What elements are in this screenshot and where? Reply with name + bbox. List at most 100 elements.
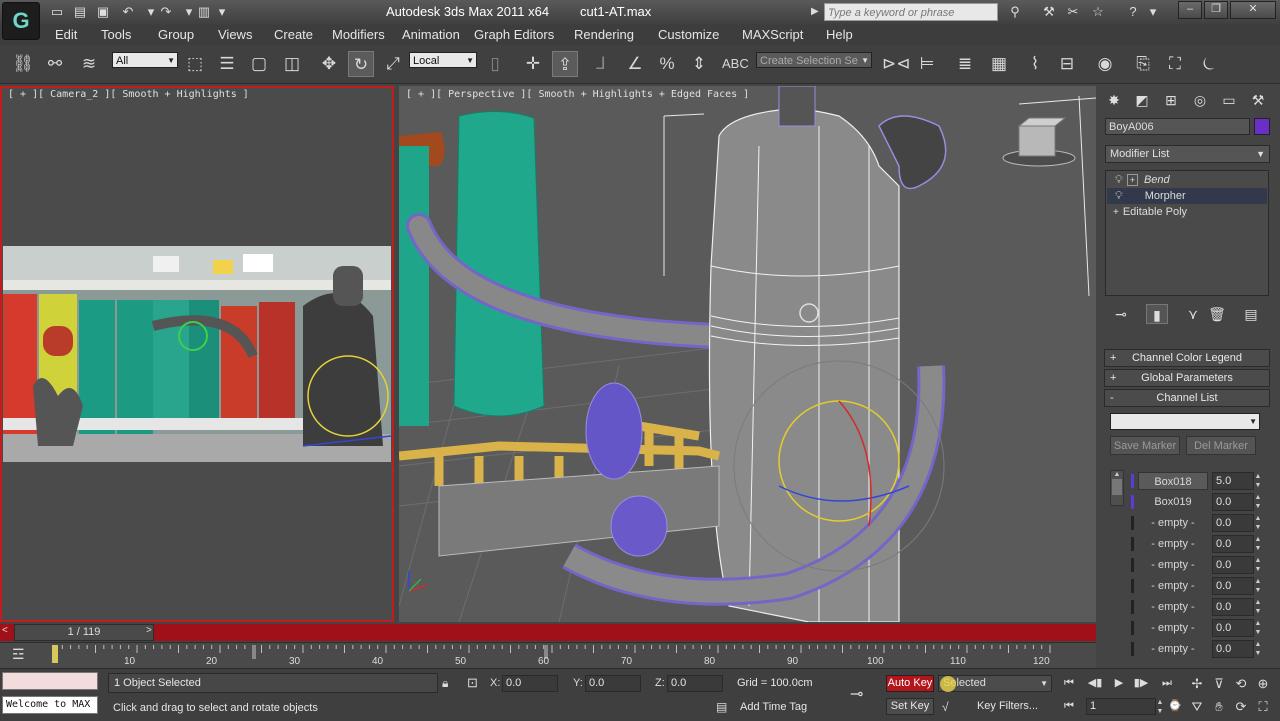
select-and-move-icon[interactable]: ✥ xyxy=(316,51,342,77)
select-object-icon[interactable]: ⬚ xyxy=(182,51,208,77)
zoom-extents-icon[interactable]: ⟲ xyxy=(1230,675,1252,692)
z-coordinate-field[interactable]: 0.0 xyxy=(667,675,723,692)
rollout-channel-list[interactable]: - Channel List xyxy=(1104,389,1270,407)
remove-modifier-icon[interactable]: 🗑︎ xyxy=(1206,304,1228,324)
channel-value-field[interactable]: 0.0 xyxy=(1212,556,1254,574)
x-coordinate-field[interactable]: 0.0 xyxy=(502,675,558,692)
undo-icon[interactable]: ↶ xyxy=(118,3,138,21)
pin-stack-icon[interactable]: ⊸ xyxy=(1110,304,1132,324)
edit-named-selection-icon[interactable]: ABC xyxy=(722,51,749,77)
motion-tab-icon[interactable]: ◎ xyxy=(1189,90,1211,110)
channel-value-field[interactable]: 5.0 xyxy=(1212,472,1254,490)
select-by-name-icon[interactable]: ☰ xyxy=(214,51,240,77)
open-file-icon[interactable]: ▤ xyxy=(70,3,90,21)
time-configuration-icon[interactable]: ⌚ xyxy=(1164,698,1186,715)
auto-key-button[interactable]: Auto Key xyxy=(886,675,934,692)
rendered-frame-window-icon[interactable]: ⛶ xyxy=(1162,51,1188,77)
spinner-snap-icon[interactable]: ⇕ xyxy=(686,51,712,77)
channel-value-field[interactable]: 0.0 xyxy=(1212,619,1254,637)
menu-views[interactable]: Views xyxy=(218,27,252,42)
absolute-mode-icon[interactable]: ⊡ xyxy=(467,675,478,691)
lightbulb-icon[interactable]: 💡︎ xyxy=(1115,190,1123,202)
snaps-toggle-icon[interactable]: ⅃ xyxy=(588,51,614,77)
perspective-viewport[interactable] xyxy=(399,86,1096,622)
channel-value-field[interactable]: 0.0 xyxy=(1212,598,1254,616)
scroll-thumb[interactable] xyxy=(1112,479,1122,495)
menu-graph-editors[interactable]: Graph Editors xyxy=(474,27,554,42)
create-tab-icon[interactable]: ✸ xyxy=(1103,90,1125,110)
curve-editor-icon[interactable]: ⌇ xyxy=(1022,51,1048,77)
maxscript-listener-input[interactable] xyxy=(2,672,98,690)
zoom-all-icon[interactable]: ⊽ xyxy=(1208,675,1230,692)
communication-center-icon[interactable]: ✂ xyxy=(1062,3,1084,21)
channel-button[interactable]: - empty - xyxy=(1138,640,1208,658)
stack-item-bend[interactable]: 💡︎ + Bend xyxy=(1107,172,1267,188)
save-marker-button[interactable]: Save Marker xyxy=(1110,436,1180,455)
time-slider-track[interactable] xyxy=(0,624,1096,641)
configure-modifier-sets-icon[interactable]: ▤ xyxy=(1240,304,1262,324)
channel-button[interactable]: - empty - xyxy=(1138,577,1208,595)
redo-icon[interactable]: ↷ xyxy=(156,3,176,21)
selection-filter-dropdown[interactable]: All ▼ xyxy=(112,52,178,68)
rectangular-selection-icon[interactable]: ▢ xyxy=(246,51,272,77)
spinner-icon[interactable]: ▲ ▼ xyxy=(1156,698,1164,715)
menu-edit[interactable]: Edit xyxy=(55,27,77,42)
help-icon[interactable]: ? xyxy=(1122,3,1144,21)
menu-group[interactable]: Group xyxy=(158,27,194,42)
layer-manager-icon[interactable]: ≣ xyxy=(952,51,978,77)
object-color-swatch[interactable] xyxy=(1254,118,1270,135)
mirror-icon[interactable]: ⊳⊲ xyxy=(882,51,911,77)
expand-icon[interactable]: + xyxy=(1126,174,1138,186)
select-and-scale-icon[interactable]: ⤢ xyxy=(380,51,406,77)
reference-coordinate-dropdown[interactable]: Local ▼ xyxy=(409,52,477,68)
favorites-icon[interactable]: ☆ xyxy=(1087,3,1109,21)
expand-icon[interactable]: + xyxy=(1113,207,1119,218)
set-key-button[interactable]: Set Key xyxy=(886,698,934,715)
spinner-icon[interactable]: ▲ ▼ xyxy=(1254,472,1262,490)
menu-rendering[interactable]: Rendering xyxy=(574,27,634,42)
bind-space-warp-icon[interactable]: ≋ xyxy=(76,51,102,77)
pivot-center-icon[interactable]: ▯ xyxy=(482,51,508,77)
time-slider-next-icon[interactable]: > xyxy=(146,625,152,636)
rollout-global-parameters[interactable]: + Global Parameters xyxy=(1104,369,1270,387)
key-icon[interactable]: ⊸ xyxy=(850,684,863,704)
material-editor-icon[interactable]: ◉ xyxy=(1092,51,1118,77)
spinner-icon[interactable]: ▲ ▼ xyxy=(1254,619,1262,637)
angle-snap-icon[interactable]: ∠ xyxy=(622,51,648,77)
del-marker-button[interactable]: Del Marker xyxy=(1186,436,1256,455)
channel-button[interactable]: Box018 xyxy=(1138,472,1208,490)
menu-maxscript[interactable]: MAXScript xyxy=(742,27,803,42)
channel-button[interactable]: Box019 xyxy=(1138,493,1208,511)
lock-selection-icon[interactable]: 🔒︎ xyxy=(442,676,448,691)
play-icon[interactable]: ▶ xyxy=(1108,675,1130,692)
spinner-icon[interactable]: ▲ ▼ xyxy=(1254,493,1262,511)
mini-curve-editor-icon[interactable]: ☲ xyxy=(12,646,25,663)
subscription-center-icon[interactable]: ⚒ xyxy=(1038,3,1060,21)
display-tab-icon[interactable]: ▭ xyxy=(1218,90,1240,110)
named-selection-sets-dropdown[interactable]: Create Selection Se ▼ xyxy=(756,52,872,68)
channel-value-field[interactable]: 0.0 xyxy=(1212,514,1254,532)
channel-button[interactable]: - empty - xyxy=(1138,535,1208,553)
marker-dropdown[interactable]: ▼ xyxy=(1110,413,1260,430)
scroll-up-icon[interactable]: ▲ xyxy=(1111,471,1123,478)
maxscript-output[interactable]: Welcome to MAX xyxy=(2,696,98,714)
spinner-icon[interactable]: ▲ ▼ xyxy=(1254,535,1262,553)
graphite-ribbon-icon[interactable]: ▦ xyxy=(986,51,1012,77)
go-to-start-icon[interactable]: ⏮ xyxy=(1058,675,1080,692)
object-name-field[interactable]: BoyA006 xyxy=(1105,118,1250,135)
orbit-icon[interactable]: ⟳ xyxy=(1230,698,1252,715)
perspective-viewport-label[interactable]: [ + ][ Perspective ][ Smooth + Highlight… xyxy=(406,89,749,100)
channel-scrollbar[interactable]: ▲ xyxy=(1110,470,1124,506)
spinner-icon[interactable]: ▲ ▼ xyxy=(1254,577,1262,595)
time-slider-thumb[interactable]: 1 / 119 xyxy=(14,624,154,641)
y-coordinate-field[interactable]: 0.0 xyxy=(585,675,641,692)
make-unique-icon[interactable]: ⋎ xyxy=(1182,304,1204,324)
menu-animation[interactable]: Animation xyxy=(402,27,460,42)
binoculars-icon[interactable]: ⚲ xyxy=(1004,3,1026,21)
unlink-icon[interactable]: ⚯ xyxy=(42,51,68,77)
close-button[interactable]: ✕ xyxy=(1230,1,1276,19)
channel-value-field[interactable]: 0.0 xyxy=(1212,493,1254,511)
utilities-tab-icon[interactable]: ⚒ xyxy=(1247,90,1269,110)
maximize-button[interactable]: ❐ xyxy=(1204,1,1228,19)
menu-help[interactable]: Help xyxy=(826,27,853,42)
